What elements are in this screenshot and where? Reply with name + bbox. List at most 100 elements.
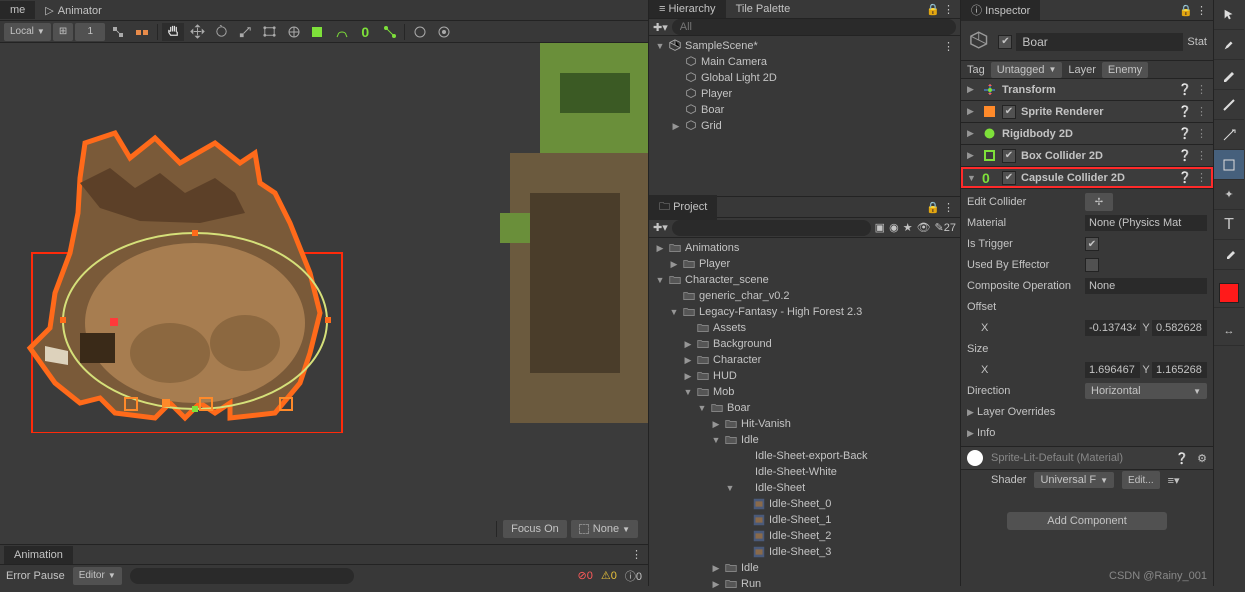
tile-palette-tab[interactable]: Tile Palette — [726, 0, 801, 18]
istrigger-checkbox[interactable]: ✔ — [1085, 237, 1099, 251]
pointer-tool-icon[interactable] — [1214, 0, 1244, 30]
hierarchy-tab[interactable]: ≡ Hierarchy — [649, 0, 726, 18]
hand-tool-icon[interactable] — [162, 23, 184, 41]
edit-collider-button[interactable]: ✢ — [1085, 193, 1113, 211]
inspector-tab[interactable]: ⓘ Inspector — [961, 0, 1040, 21]
project-item[interactable]: ▼Mob — [649, 384, 960, 400]
brush-tool-icon[interactable] — [1214, 30, 1244, 60]
hierarchy-item[interactable]: Main Camera — [649, 54, 960, 70]
project-item[interactable]: ▼Idle-Sheet — [649, 480, 960, 496]
hierarchy-item[interactable]: Player — [649, 86, 960, 102]
help-icon[interactable]: ❔ — [1178, 105, 1192, 118]
component-header[interactable]: ▶ ✔ Box Collider 2D ❔⋮ — [961, 145, 1213, 166]
rect-tool-icon[interactable] — [258, 23, 280, 41]
project-tab[interactable]: 🗀 Project — [649, 195, 717, 220]
component-enabled-checkbox[interactable]: ✔ — [1002, 171, 1016, 185]
project-item[interactable]: Idle-Sheet_1 — [649, 512, 960, 528]
help-icon[interactable]: ❔ — [1178, 127, 1192, 140]
snap-icon[interactable] — [107, 23, 129, 41]
project-item[interactable]: ▶Character — [649, 352, 960, 368]
component-header[interactable]: ▶ Rigidbody 2D ❔⋮ — [961, 123, 1213, 144]
project-item[interactable]: ▼Character_scene — [649, 272, 960, 288]
offset-y-input[interactable] — [1152, 320, 1207, 336]
line2-tool-icon[interactable] — [1214, 120, 1244, 150]
inspector-more-icon[interactable]: 🔒 ⋮ — [1179, 4, 1213, 17]
box-select-icon[interactable] — [306, 23, 328, 41]
tool-circle2-icon[interactable] — [433, 23, 455, 41]
project-item[interactable]: Idle-Sheet-export-Back — [649, 448, 960, 464]
help-icon[interactable]: ❔ — [1178, 83, 1192, 96]
project-tree[interactable]: ▶Animations▶Player▼Character_scenegeneri… — [649, 238, 960, 592]
text-tool-icon[interactable]: T — [1214, 210, 1244, 240]
hierarchy-item[interactable]: ▼SampleScene*⋮ — [649, 38, 960, 54]
offset-x-input[interactable] — [1085, 320, 1140, 336]
component-header[interactable]: ▶ ✔ Sprite Renderer ❔⋮ — [961, 101, 1213, 122]
project-item[interactable]: Idle-Sheet-White — [649, 464, 960, 480]
toolbar-grid-icon[interactable]: ⊞ — [53, 23, 73, 41]
snap2-icon[interactable] — [131, 23, 153, 41]
material-settings-icon[interactable]: ⚙ — [1197, 452, 1207, 465]
size-x-input[interactable] — [1085, 362, 1140, 378]
project-item[interactable]: Idle-Sheet_3 — [649, 544, 960, 560]
project-item[interactable]: Assets — [649, 320, 960, 336]
shader-menu-icon[interactable]: ≡▾ — [1168, 474, 1180, 487]
component-enabled-checkbox[interactable]: ✔ — [1002, 105, 1016, 119]
component-header[interactable]: ▼ 0 ✔ Capsule Collider 2D ❔⋮ — [961, 167, 1213, 188]
animation-more-icon[interactable]: ⋮ — [631, 548, 648, 561]
color-swatch[interactable] — [1214, 278, 1244, 308]
help-icon[interactable]: ❔ — [1178, 171, 1192, 184]
eyedrop-tool-icon[interactable] — [1214, 240, 1244, 270]
rotate-tool-icon[interactable] — [210, 23, 232, 41]
help-icon[interactable]: ❔ — [1178, 149, 1192, 162]
toolbar-num[interactable]: 1 — [75, 23, 105, 41]
menu-icon[interactable]: ⋮ — [1196, 105, 1207, 118]
component-enabled-checkbox[interactable]: ✔ — [1002, 149, 1016, 163]
hierarchy-more-icon[interactable]: 🔒 ⋮ — [926, 3, 960, 16]
shader-edit-button[interactable]: Edit... — [1122, 471, 1160, 489]
layer-dropdown[interactable]: Enemy — [1102, 62, 1148, 78]
focus-on-button[interactable]: Focus On — [503, 520, 567, 538]
project-item[interactable]: ▶Hit-Vanish — [649, 416, 960, 432]
line-tool-icon[interactable] — [1214, 90, 1244, 120]
animation-tab[interactable]: Animation — [4, 546, 73, 564]
gameobject-active-checkbox[interactable]: ✔ — [998, 35, 1012, 49]
menu-icon[interactable]: ⋮ — [1196, 149, 1207, 162]
component-header[interactable]: ▶ Transform ❔⋮ — [961, 79, 1213, 100]
usedbyeffector-checkbox[interactable] — [1085, 258, 1099, 272]
tool-joints-icon[interactable] — [378, 23, 400, 41]
size-y-input[interactable] — [1152, 362, 1207, 378]
static-label[interactable]: Stat — [1187, 36, 1207, 48]
project-item[interactable]: ▶Idle — [649, 560, 960, 576]
boar-sprite[interactable] — [20, 103, 360, 433]
transform-tool-icon[interactable] — [282, 23, 304, 41]
gameobject-name-input[interactable] — [1016, 33, 1183, 51]
console-info-icon[interactable]: ⓘ0 — [625, 568, 642, 584]
scene-view[interactable]: Focus On None▼ — [0, 43, 648, 544]
hierarchy-item[interactable]: Global Light 2D — [649, 70, 960, 86]
menu-icon[interactable]: ⋮ — [1196, 171, 1207, 184]
direction-dropdown[interactable]: Horizontal▼ — [1085, 383, 1207, 399]
animation-search-input[interactable] — [130, 568, 354, 584]
menu-icon[interactable]: ⋮ — [1196, 83, 1207, 96]
composite-dropdown[interactable]: None — [1085, 278, 1207, 294]
shader-dropdown[interactable]: Universal F▼ — [1034, 472, 1114, 488]
tag-dropdown[interactable]: Untagged▼ — [991, 62, 1063, 78]
project-item[interactable]: ▶Player — [649, 256, 960, 272]
project-visibility-icon[interactable]: 👁 — [917, 221, 931, 234]
project-item[interactable]: ▶HUD — [649, 368, 960, 384]
add-component-button[interactable]: Add Component — [1007, 512, 1167, 530]
coord-dropdown[interactable]: Local ▼ — [4, 23, 51, 41]
info-label[interactable]: Info — [977, 427, 995, 439]
tool-zero-icon[interactable]: 0 — [354, 23, 376, 41]
hierarchy-item[interactable]: Boar — [649, 102, 960, 118]
hierarchy-add-button[interactable]: ✚▾ — [653, 21, 668, 34]
project-filter3-icon[interactable]: ★ — [903, 221, 913, 234]
project-item[interactable]: ▼Legacy-Fantasy - High Forest 2.3 — [649, 304, 960, 320]
project-more-icon[interactable]: 🔒 ⋮ — [926, 201, 960, 214]
project-item[interactable]: generic_char_v0.2 — [649, 288, 960, 304]
editor-dropdown[interactable]: Editor▼ — [73, 567, 122, 585]
project-filter2-icon[interactable]: ◉ — [889, 221, 899, 234]
rect-sel-tool-icon[interactable] — [1214, 150, 1244, 180]
focus-target-dropdown[interactable]: None▼ — [571, 520, 638, 538]
project-item[interactable]: ▼Boar — [649, 400, 960, 416]
